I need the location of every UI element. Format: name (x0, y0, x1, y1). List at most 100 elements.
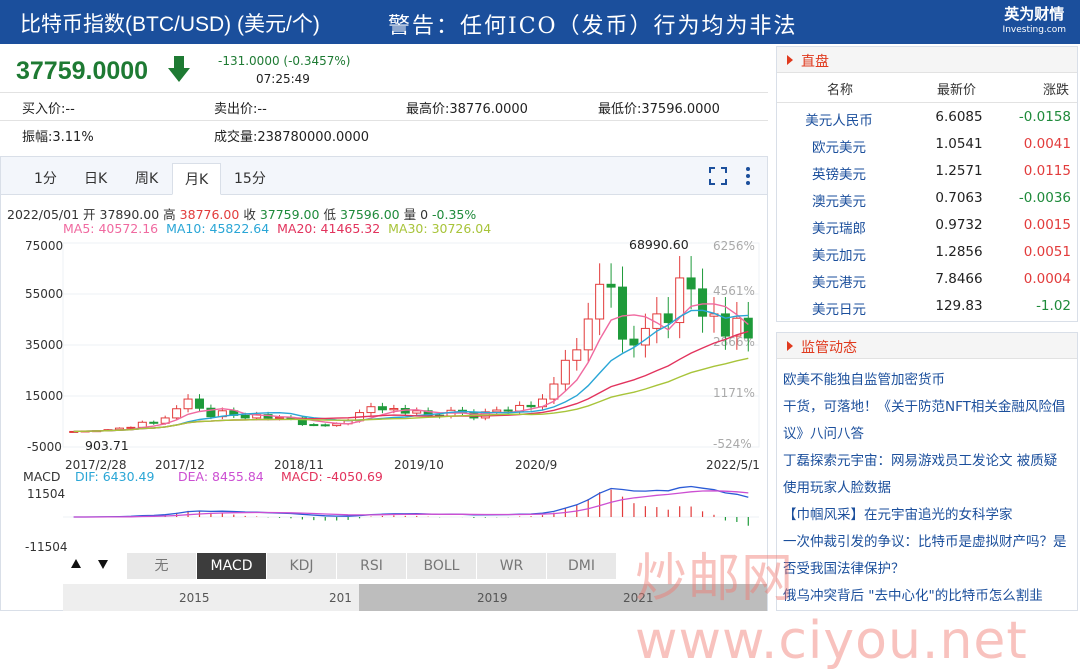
more-menu-icon[interactable] (743, 165, 753, 187)
market-row-name[interactable]: 美元瑞郎 (799, 217, 879, 237)
close-label: 收 (243, 207, 256, 222)
tab-weekly[interactable]: 周K (135, 168, 158, 188)
candle[interactable] (240, 414, 250, 419)
high-label: 高 (163, 207, 176, 222)
candle[interactable] (503, 409, 513, 412)
candle[interactable] (572, 349, 582, 361)
market-row[interactable]: 美元加元 1.2856 0.0051 (777, 238, 1077, 265)
news-item[interactable]: 【巾帼风采】在元宇宙追光的女科学家 (783, 502, 1071, 529)
market-row[interactable]: 美元瑞郎 0.9732 0.0015 (777, 211, 1077, 238)
market-table-header: 名称 最新价 涨跌 (777, 73, 1077, 103)
candle[interactable] (583, 318, 593, 351)
news-item[interactable]: 一次仲裁引发的争议：比特币是虚拟财产吗？是 (783, 529, 1071, 556)
market-row-name[interactable]: 美元日元 (799, 298, 879, 318)
news-item[interactable]: 俄乌冲突背后 "去中心化"的比特币怎么割韭 (783, 583, 1071, 610)
macd-tick-top: 11504 (27, 487, 65, 501)
candle[interactable] (663, 313, 673, 324)
candle[interactable] (183, 398, 193, 410)
news-item[interactable]: 丁磊探索元宇宙：网易游戏员工发论文 被质疑 (783, 448, 1071, 475)
news-item[interactable]: 否受我国法律保护？ (783, 556, 1071, 583)
high-value: 38776.00 (179, 207, 240, 222)
market-row-name[interactable]: 欧元美元 (799, 136, 879, 156)
candle[interactable] (595, 283, 605, 320)
scroll-left-icon[interactable] (69, 557, 83, 571)
indicator-boll[interactable]: BOLL (407, 553, 477, 579)
news-item[interactable]: 使用玩家人脸数据 (783, 475, 1071, 502)
current-price: 37759.0000 (16, 57, 149, 85)
news-item[interactable]: 干货，可落地！《关于防范NFT相关金融风险倡 (783, 394, 1071, 421)
price-change: -131.0000 (-0.3457%) (218, 54, 351, 68)
news-panel: 监管动态 欧美不能独自监管加密货币 干货，可落地！《关于防范NFT相关金融风险倡议… (776, 332, 1078, 611)
market-row-price: 7.8466 (935, 271, 983, 287)
stats-row-1: 买入价:-- 卖出价:-- 最高价:38776.0000 最低价:37596.0… (0, 92, 768, 118)
tab-1min[interactable]: 1分 (34, 168, 57, 188)
news-item[interactable]: 欧美不能独自监管加密货币 (783, 367, 1071, 394)
candle[interactable] (194, 398, 204, 409)
market-row-name[interactable]: 美元人民币 (799, 109, 879, 129)
market-row-change: -0.0158 (1018, 109, 1071, 125)
candle[interactable] (698, 288, 708, 317)
indicator-wr[interactable]: WR (477, 553, 547, 579)
candle[interactable] (560, 359, 570, 385)
pct-tick-label: 4561% (713, 284, 755, 298)
market-row[interactable]: 美元人民币 6.6085 -0.0158 (777, 103, 1077, 130)
tab-15min[interactable]: 15分 (234, 168, 266, 188)
bid-price: 买入价:-- (22, 102, 75, 117)
tab-monthly[interactable]: 月K (172, 163, 222, 195)
market-row[interactable]: 美元日元 129.83 -1.02 (777, 292, 1077, 319)
y-tick-label: 15000 (25, 389, 63, 403)
candle[interactable] (629, 338, 639, 346)
indicator-rsi[interactable]: RSI (337, 553, 407, 579)
candle[interactable] (549, 383, 559, 400)
market-row-name[interactable]: 英镑美元 (799, 163, 879, 183)
candle[interactable] (126, 426, 136, 429)
ma20-label: MA20: 41465.32 (277, 221, 381, 236)
candle[interactable] (172, 408, 182, 419)
candle[interactable] (606, 283, 616, 288)
market-row[interactable]: 英镑美元 1.2571 0.0115 (777, 157, 1077, 184)
ma-legend: MA5: 40572.16 MA10: 45822.64 MA20: 41465… (63, 221, 491, 236)
volume-label: 量 (403, 207, 417, 222)
market-row-price: 1.2856 (935, 244, 983, 260)
candle[interactable] (686, 277, 696, 290)
close-value: 37759.00 (259, 207, 320, 222)
candle[interactable] (618, 286, 628, 340)
candle[interactable] (377, 406, 387, 411)
fullscreen-icon[interactable] (708, 166, 728, 186)
max-label: 68990.60 (629, 237, 689, 252)
market-row-name[interactable]: 美元加元 (799, 244, 879, 264)
page-title: 比特币指数(BTC/USD) (美元/个) (20, 13, 320, 36)
market-title[interactable]: 直盘 (801, 51, 829, 71)
market-row-change: -1.02 (1036, 298, 1071, 314)
market-header: 直盘 (777, 47, 1077, 73)
open-value: 37890.00 (99, 207, 160, 222)
tab-daily[interactable]: 日K (84, 168, 107, 188)
candlestick-chart[interactable]: 75000550003500015000-5000 6256%4561%2866… (1, 237, 767, 552)
market-row[interactable]: 澳元美元 0.7063 -0.0036 (777, 184, 1077, 211)
market-row-name[interactable]: 美元港元 (799, 271, 879, 291)
candle[interactable] (275, 416, 285, 419)
candle[interactable] (389, 407, 399, 411)
indicator-dmi[interactable]: DMI (547, 553, 617, 579)
candle[interactable] (149, 421, 159, 424)
market-row[interactable]: 美元港元 7.8466 0.0004 (777, 265, 1077, 292)
min-label: 903.71 (85, 438, 129, 453)
market-row-name[interactable]: 澳元美元 (799, 190, 879, 210)
candle[interactable] (526, 404, 536, 408)
brand-subtitle: Investing.com (1002, 25, 1066, 35)
market-row[interactable]: 欧元美元 1.0541 0.0041 (777, 130, 1077, 157)
news-item[interactable]: 议》八问八答 (783, 421, 1071, 448)
candle[interactable] (366, 406, 376, 414)
candle[interactable] (492, 409, 502, 413)
indicator-kdj[interactable]: KDJ (267, 553, 337, 579)
candle[interactable] (412, 410, 422, 414)
brand-logo[interactable]: 英为财情 Investing.com (1003, 6, 1066, 38)
indicator-none[interactable]: 无 (127, 553, 197, 579)
timeline-selection[interactable] (359, 584, 767, 611)
scroll-right-icon[interactable] (96, 557, 110, 571)
indicator-macd[interactable]: MACD (197, 553, 267, 579)
timeline-scrubber[interactable]: 2015 201 2019 2021 (63, 584, 767, 611)
candle[interactable] (309, 424, 319, 427)
news-title[interactable]: 监管动态 (801, 337, 857, 357)
candle[interactable] (320, 424, 330, 427)
